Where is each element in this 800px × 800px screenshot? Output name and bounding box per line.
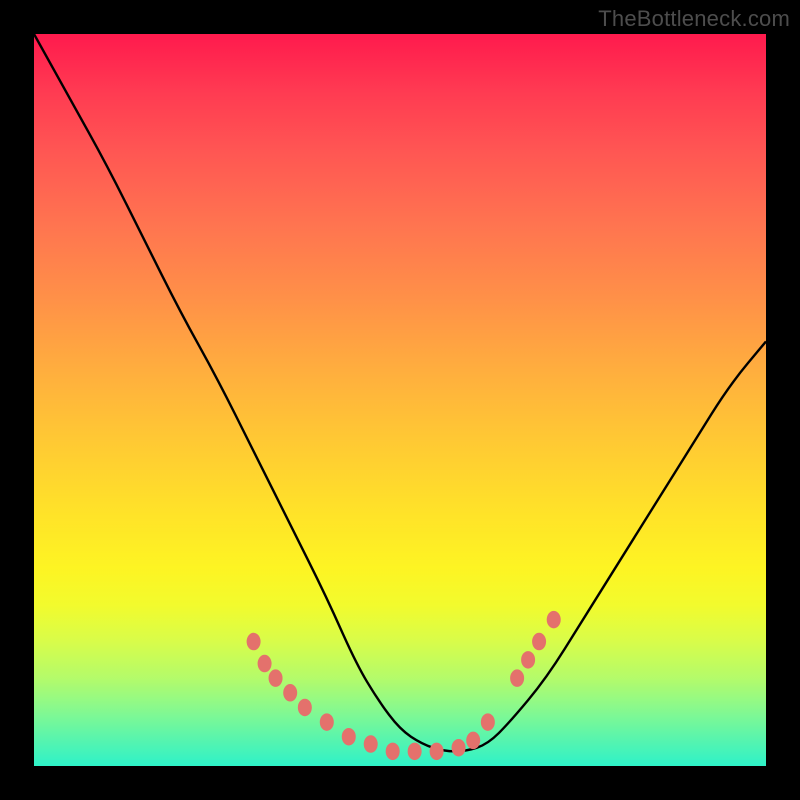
curve-marker [283,684,297,702]
curve-marker [298,699,312,717]
curve-marker [532,633,546,651]
curve-marker [547,611,561,629]
curve-marker [510,669,524,687]
curve-marker [521,651,535,669]
curve-marker [430,743,444,761]
curve-marker [364,735,378,753]
curve-marker [258,655,272,673]
curve-marker [466,732,480,750]
curve-marker [386,743,400,761]
curve-marker [452,739,466,757]
curve-line [34,34,766,751]
curve-marker [269,669,283,687]
curve-marker [320,713,334,731]
curve-marker [481,713,495,731]
curve-markers [247,611,561,760]
chart-plot-area [34,34,766,766]
curve-marker [247,633,261,651]
watermark-text: TheBottleneck.com [598,6,790,32]
chart-outer-frame: TheBottleneck.com [0,0,800,800]
curve-marker [408,743,422,761]
curve-marker [342,728,356,746]
chart-overlay-svg [34,34,766,766]
